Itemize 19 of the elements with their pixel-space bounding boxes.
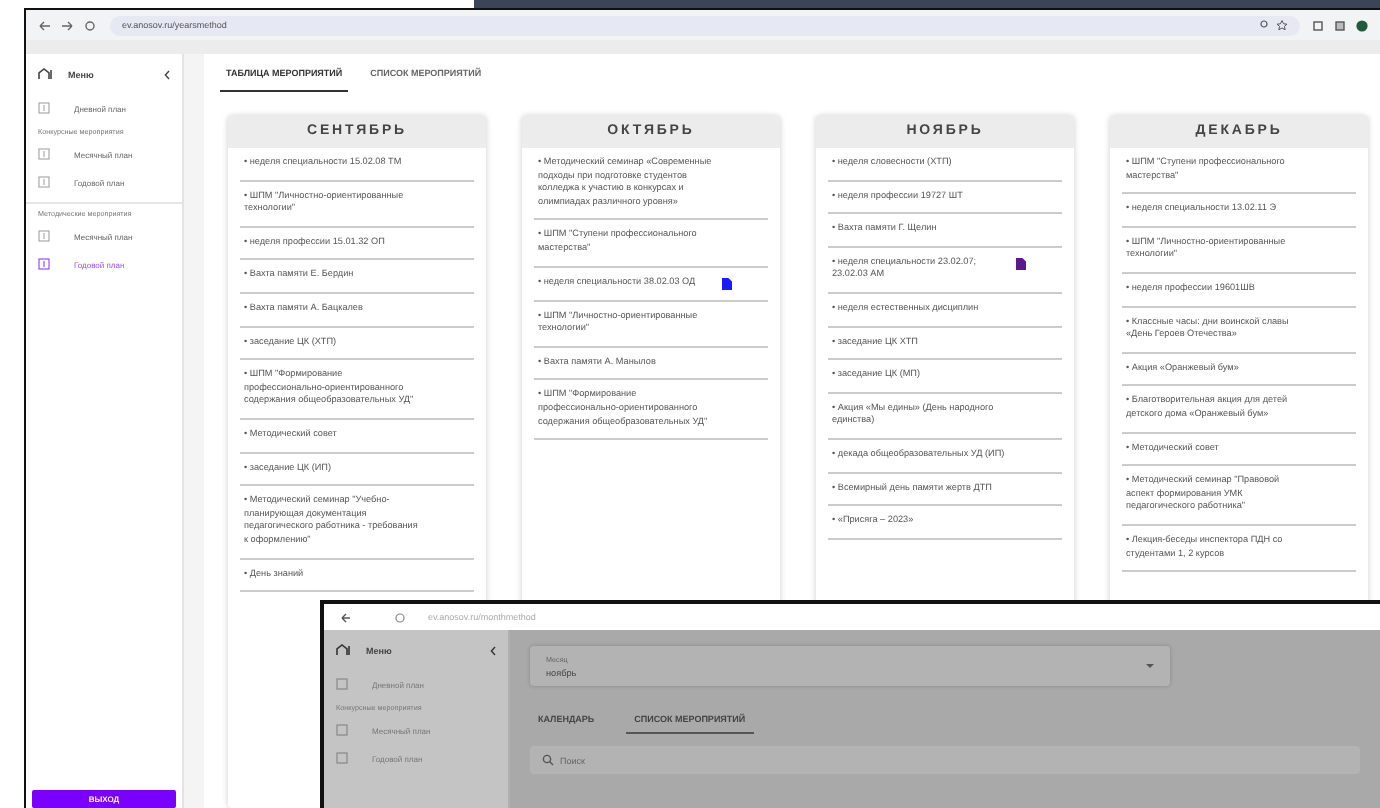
search-icon — [542, 754, 554, 766]
collapse-icon[interactable] — [164, 69, 170, 79]
page-icon — [38, 230, 50, 242]
home-icon — [336, 644, 350, 656]
zoom-star-icon[interactable] — [1260, 20, 1288, 30]
page-icon — [38, 148, 50, 160]
collapse-icon[interactable] — [490, 645, 496, 655]
page-icon — [38, 176, 50, 188]
page-icon — [38, 258, 50, 270]
home-icon — [38, 68, 52, 80]
page-icon — [38, 102, 50, 114]
extension-icon[interactable] — [1312, 19, 1368, 31]
document-icon[interactable] — [722, 277, 732, 290]
page-icon — [336, 678, 348, 690]
page-icon — [336, 752, 348, 764]
page-icon — [336, 724, 348, 736]
document-icon[interactable] — [1016, 257, 1026, 270]
caret-icon — [1146, 664, 1154, 668]
browser-navigation-icon[interactable] — [38, 19, 98, 31]
